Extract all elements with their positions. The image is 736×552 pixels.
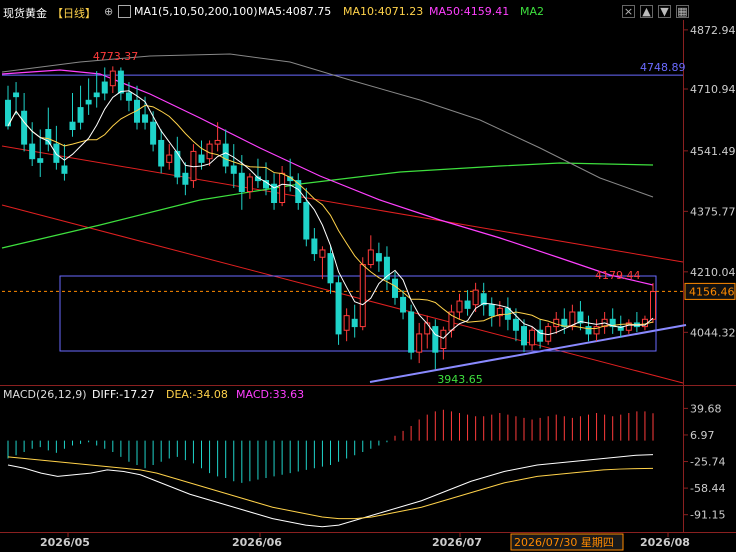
candle-body — [319, 249, 326, 258]
price-chart[interactable]: 4872.94 4710.94 4541.49 4375.77 4210.04 4044.… — [0, 0, 736, 552]
macd-dea: DEA:-34.08 — [166, 388, 228, 401]
dea-line — [7, 456, 654, 520]
candle-body — [416, 333, 423, 353]
candle-body — [166, 154, 173, 163]
candle-body — [432, 326, 439, 353]
price-tick-label: 4210.04 — [690, 266, 736, 279]
candle-body — [424, 322, 431, 335]
consolidation-box — [59, 275, 657, 352]
macd-tick-label: -91.15 — [690, 509, 725, 522]
candle-body — [456, 300, 463, 313]
candle-body — [650, 291, 656, 320]
candle-body — [359, 264, 366, 328]
candle-body — [392, 278, 398, 298]
candle-body — [238, 172, 245, 193]
candle-body — [400, 296, 407, 313]
candle-body — [464, 300, 471, 309]
macd-tick-label: 39.68 — [690, 402, 722, 415]
candle-body — [29, 143, 36, 160]
candle-body — [351, 318, 358, 328]
price-tick-label: 4872.94 — [690, 24, 736, 37]
candle-body — [53, 143, 60, 163]
time-tick-label: 2026/05 — [40, 536, 90, 549]
candle-body — [142, 114, 149, 123]
macd-label: MACD(26,12,9) — [3, 388, 87, 401]
candle-body — [343, 315, 350, 331]
candle-body — [335, 282, 342, 335]
candle-body — [472, 289, 479, 306]
macd-tick-label: -58.44 — [690, 482, 725, 495]
candle-body — [246, 176, 253, 193]
candle-body — [21, 110, 28, 145]
ma200-line — [1, 162, 654, 249]
candle-body — [61, 165, 68, 174]
candle-body — [303, 202, 310, 240]
ma50-line — [1, 69, 654, 286]
candle-body — [85, 99, 92, 105]
candle-body — [150, 121, 157, 145]
candle-body — [69, 121, 76, 130]
candle-body — [311, 238, 318, 255]
candle-body — [222, 143, 229, 167]
current-price-label: 4156.46 — [689, 285, 735, 298]
price-tick-label: 4375.77 — [690, 205, 736, 218]
candle-body — [367, 249, 374, 266]
price-tick-label: 4044.32 — [690, 326, 736, 339]
candle-body — [488, 304, 495, 317]
candle-body — [109, 70, 116, 87]
time-tick-label: 2026/08 — [640, 536, 690, 549]
high-price-label: 4773.37 — [93, 50, 139, 63]
diff-line — [7, 454, 654, 528]
candle-body — [327, 253, 334, 284]
candle-body — [375, 253, 382, 262]
candle-body — [230, 165, 237, 174]
candle-body — [37, 158, 44, 163]
candle-body — [408, 311, 415, 353]
candle-body — [125, 92, 132, 101]
time-tick-label: 2026/06 — [232, 536, 282, 549]
channel-lower-line — [1, 204, 684, 384]
candle-body — [521, 326, 527, 346]
macd-value: MACD:33.63 — [236, 388, 304, 401]
candle-body — [279, 172, 286, 204]
macd-diff: DIFF:-17.27 — [92, 388, 155, 401]
resistance-label: 4748.89 — [640, 61, 686, 74]
macd-tick-label: -25.74 — [690, 456, 725, 469]
macd-tick-label: 6.97 — [690, 429, 715, 442]
candle-body — [198, 154, 205, 163]
candle-body — [585, 326, 592, 335]
candle-body — [182, 172, 189, 185]
time-tick-label: 2026/07 — [432, 536, 482, 549]
candle-body — [101, 81, 108, 94]
recent-high-label: 4179.44 — [595, 269, 641, 282]
candle-body — [529, 329, 536, 346]
price-tick-label: 4541.49 — [690, 145, 736, 158]
candle-body — [117, 70, 124, 94]
low-price-label: 3943.65 — [437, 373, 483, 386]
cursor-date-label: 2026/07/30 星期四 — [514, 536, 614, 549]
candle-body — [440, 329, 447, 349]
candle-body — [214, 139, 221, 145]
price-tick-label: 4710.94 — [690, 83, 736, 96]
candle-body — [512, 318, 519, 331]
candle-body — [93, 92, 100, 98]
candle-body — [77, 107, 84, 123]
candle-body — [158, 139, 165, 167]
candle-body — [13, 92, 20, 98]
ma10-line — [7, 104, 654, 330]
